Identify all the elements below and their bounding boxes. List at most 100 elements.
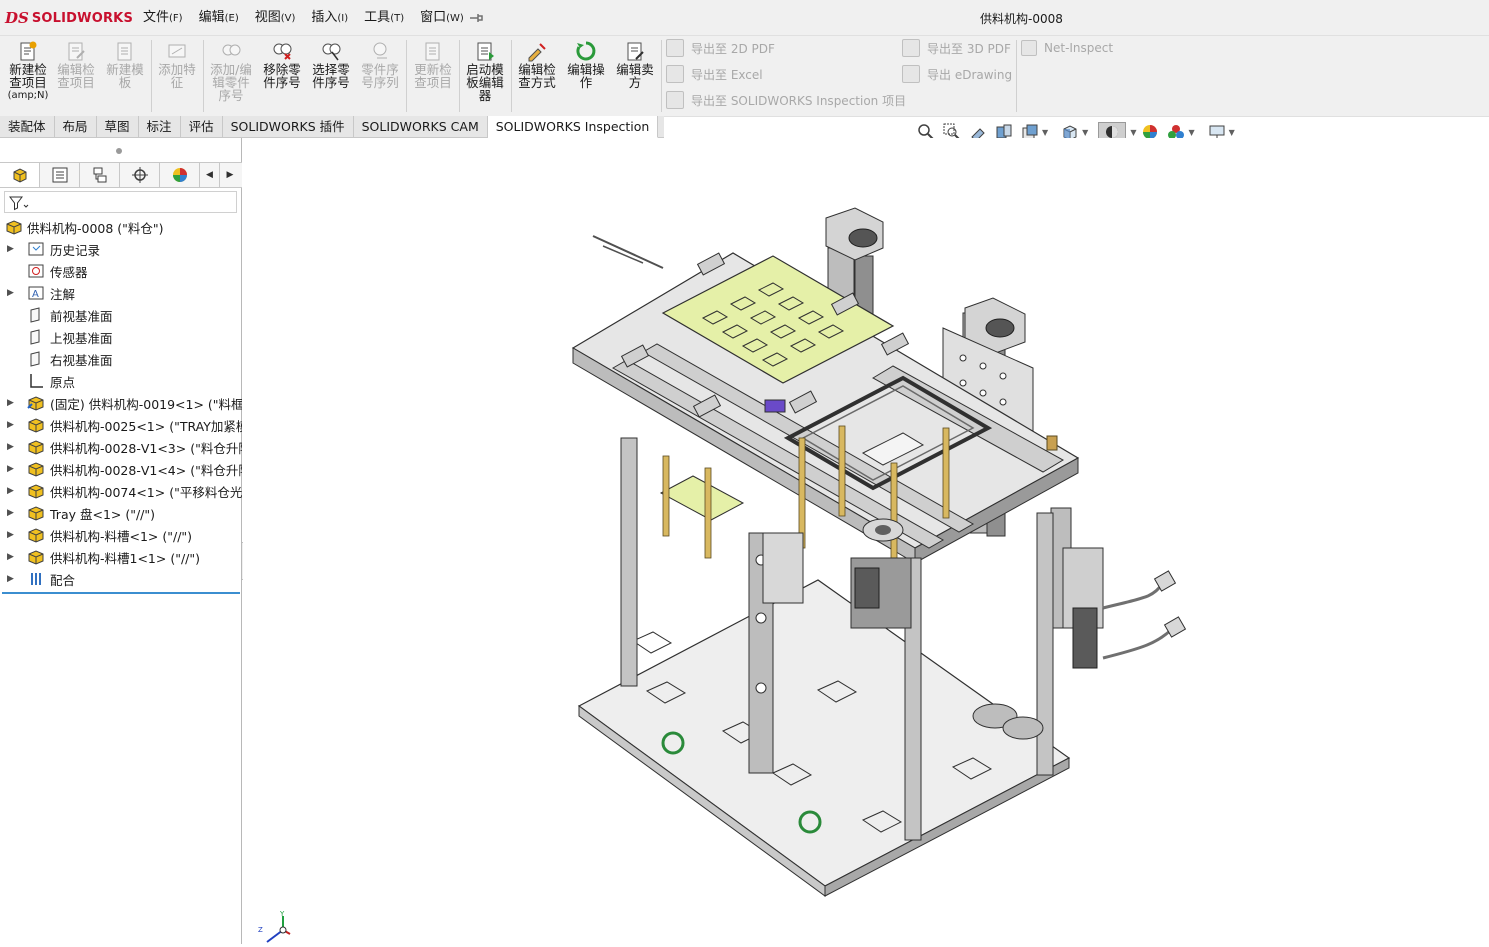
menu-edit[interactable]: 编辑(E) <box>191 0 247 37</box>
remove-balloon-icon <box>271 40 293 62</box>
menu-insert[interactable]: 插入(I) <box>303 0 356 37</box>
tab-assembly[interactable]: 装配体 <box>0 116 55 138</box>
expand-arrow-icon[interactable]: ▶ <box>7 574 17 584</box>
tree-filter-bar[interactable] <box>4 191 237 213</box>
subassembly-icon <box>27 416 45 434</box>
tab-sketch[interactable]: 草图 <box>97 116 139 138</box>
tree-node[interactable]: 传感器 <box>0 260 242 282</box>
tab-evaluate[interactable]: 评估 <box>181 116 223 138</box>
tree-node[interactable]: ▶ (固定) 供料机构-0019<1> ("料框本 <box>0 392 242 414</box>
display-manager-tab[interactable] <box>160 163 200 187</box>
expand-arrow-icon[interactable]: ▶ <box>7 398 17 408</box>
feature-manager-tab[interactable] <box>0 163 40 187</box>
menu-view[interactable]: 视图(V) <box>247 0 304 37</box>
menu-file[interactable]: 文件(F) <box>135 0 191 37</box>
tree-node[interactable]: 原点 <box>0 370 242 392</box>
update-inspection-item-button[interactable]: 更新检 查项目 <box>410 40 456 112</box>
tree-node[interactable]: ▶ 供料机构-0025<1> ("TRAY加紧模组 <box>0 414 242 436</box>
tab-layout[interactable]: 布局 <box>55 116 97 138</box>
dimxpert-icon <box>131 167 148 183</box>
ribbon-separator <box>511 40 512 112</box>
launch-template-editor-button[interactable]: 启动模 板编辑 器 <box>462 40 508 112</box>
configuration-manager-icon <box>93 167 106 183</box>
export-sw-inspection-button[interactable]: 导出至 SOLIDWORKS Inspection 项目 <box>666 90 906 110</box>
tab-markup[interactable]: 标注 <box>139 116 181 138</box>
expand-arrow-icon[interactable]: ▶ <box>7 288 17 298</box>
tree-node[interactable]: ▶ 供料机构-0074<1> ("平移料仓光电 <box>0 480 242 502</box>
edrawing-icon <box>902 65 920 83</box>
command-manager-tabs: 装配体 布局 草图 标注 评估 SOLIDWORKS 插件 SOLIDWORKS… <box>0 116 664 138</box>
chevron-down-icon[interactable]: ▼ <box>1042 128 1048 137</box>
tab-solidworks-addins[interactable]: SOLIDWORKS 插件 <box>223 116 354 138</box>
remove-balloon-button[interactable]: 移除零 件序号 <box>259 40 305 112</box>
graphics-area[interactable] <box>243 138 1489 944</box>
new-template-button[interactable]: 新建模 板 <box>103 40 147 112</box>
expand-arrow-icon[interactable]: ▶ <box>7 552 17 562</box>
pin-menu-icon[interactable] <box>468 10 484 26</box>
net-inspect-button[interactable]: Net-Inspect <box>1021 38 1113 58</box>
expand-arrow-icon[interactable]: ▶ <box>7 486 17 496</box>
tree-node[interactable]: ▶ 供料机构-0028-V1<4> ("料仓升降 <box>0 458 242 480</box>
tree-node[interactable]: ▶ 供料机构-料槽<1> ("//") <box>0 524 242 546</box>
expand-arrow-icon[interactable]: ▶ <box>7 442 17 452</box>
panel-tab-scroll-right[interactable]: ▶ <box>220 163 240 187</box>
tree-node[interactable]: ▶ Tray 盘<1> ("//") <box>0 502 242 524</box>
edit-vendor-button[interactable]: 编辑卖 方 <box>612 40 658 112</box>
tree-node[interactable]: ▶ 供料机构-0028-V1<3> ("料仓升降 <box>0 436 242 458</box>
dimxpert-manager-tab[interactable] <box>120 163 160 187</box>
add-edit-balloon-button[interactable]: 添加/编 辑零件 序号 <box>207 40 255 112</box>
export-2d-pdf-button[interactable]: 导出至 2D PDF <box>666 38 775 58</box>
property-manager-tab[interactable] <box>40 163 80 187</box>
tree-root-assembly[interactable]: 供料机构-0008 ("料仓") <box>0 216 242 238</box>
chevron-down-icon[interactable]: ▼ <box>1130 128 1136 137</box>
assembly-model-view[interactable] <box>243 138 1489 944</box>
tab-solidworks-inspection[interactable]: SOLIDWORKS Inspection <box>487 116 659 138</box>
chevron-down-icon[interactable]: ▼ <box>1082 128 1088 137</box>
vendor-label: 编辑卖 方 <box>616 62 654 90</box>
tree-node-label: 供料机构-料槽1<1> ("//") <box>50 550 201 566</box>
expand-arrow-icon[interactable]: ▶ <box>7 464 17 474</box>
balloon-sequence-button[interactable]: 零件序 号序列 <box>357 40 403 112</box>
tab-solidworks-cam[interactable]: SOLIDWORKS CAM <box>354 116 488 138</box>
add-feature-button[interactable]: 添加特 征 <box>155 40 199 112</box>
panel-tab-scroll-left[interactable]: ◀ <box>200 163 220 187</box>
add-feature-label: 添加特 征 <box>158 62 196 90</box>
export-3d-pdf-button[interactable]: 导出至 3D PDF <box>902 38 1011 58</box>
edit-operation-button[interactable]: 编辑操 作 <box>563 40 609 112</box>
edit-inspection-method-button[interactable]: 编辑检 查方式 <box>514 40 560 112</box>
tree-node[interactable]: ▶ 供料机构-料槽1<1> ("//") <box>0 546 242 568</box>
select-balloon-button[interactable]: 选择零 件序号 <box>308 40 354 112</box>
export-edrawing-button[interactable]: 导出 eDrawing <box>902 64 1012 84</box>
rollback-bar[interactable] <box>2 592 240 594</box>
menu-window[interactable]: 窗口(W) <box>412 0 472 37</box>
tree-node[interactable]: 右视基准面 <box>0 348 242 370</box>
tree-node[interactable]: ▶ 配合 <box>0 568 242 590</box>
tree-node[interactable]: 前视基准面 <box>0 304 242 326</box>
export-excel-button[interactable]: 导出至 Excel <box>666 64 763 84</box>
new-item-shortcut: (amp;N) <box>7 90 49 101</box>
filter-icon[interactable] <box>9 195 29 215</box>
tree-node-list: ▶ 历史记录 传感器 ▶ A 注解 前视基准面 上视基准面 右视基准面原点 ▶ (固定) 供料机构-… <box>0 238 242 590</box>
expand-arrow-icon[interactable]: ▶ <box>7 420 17 430</box>
chevron-down-icon[interactable]: ▼ <box>1229 128 1235 137</box>
panel-collapse-handle[interactable] <box>116 148 122 154</box>
add-feature-icon <box>166 40 188 62</box>
tree-node-label: 原点 <box>50 374 76 390</box>
menu-tools[interactable]: 工具(T) <box>356 0 412 37</box>
new-template-label: 新建模 板 <box>106 62 144 90</box>
fixed-subassembly-icon <box>27 394 45 412</box>
edit-inspection-item-button[interactable]: 编辑检 查项目 <box>54 40 98 112</box>
expand-arrow-icon[interactable]: ▶ <box>7 530 17 540</box>
inspection-method-icon <box>526 40 548 62</box>
tree-node[interactable]: ▶ 历史记录 <box>0 238 242 260</box>
chevron-down-icon[interactable]: ▼ <box>1188 128 1194 137</box>
tree-node[interactable]: 上视基准面 <box>0 326 242 348</box>
expand-arrow-icon[interactable]: ▶ <box>7 244 17 254</box>
expand-arrow-icon[interactable]: ▶ <box>7 508 17 518</box>
pdf-icon <box>666 39 684 57</box>
new-inspection-item-button[interactable]: 新建检 查项目 (amp;N) <box>6 40 50 112</box>
sensor-icon <box>27 262 45 280</box>
tree-node[interactable]: ▶ A 注解 <box>0 282 242 304</box>
solidworks-logo[interactable]: DS SOLIDWORKS <box>5 8 133 28</box>
configuration-manager-tab[interactable] <box>80 163 120 187</box>
